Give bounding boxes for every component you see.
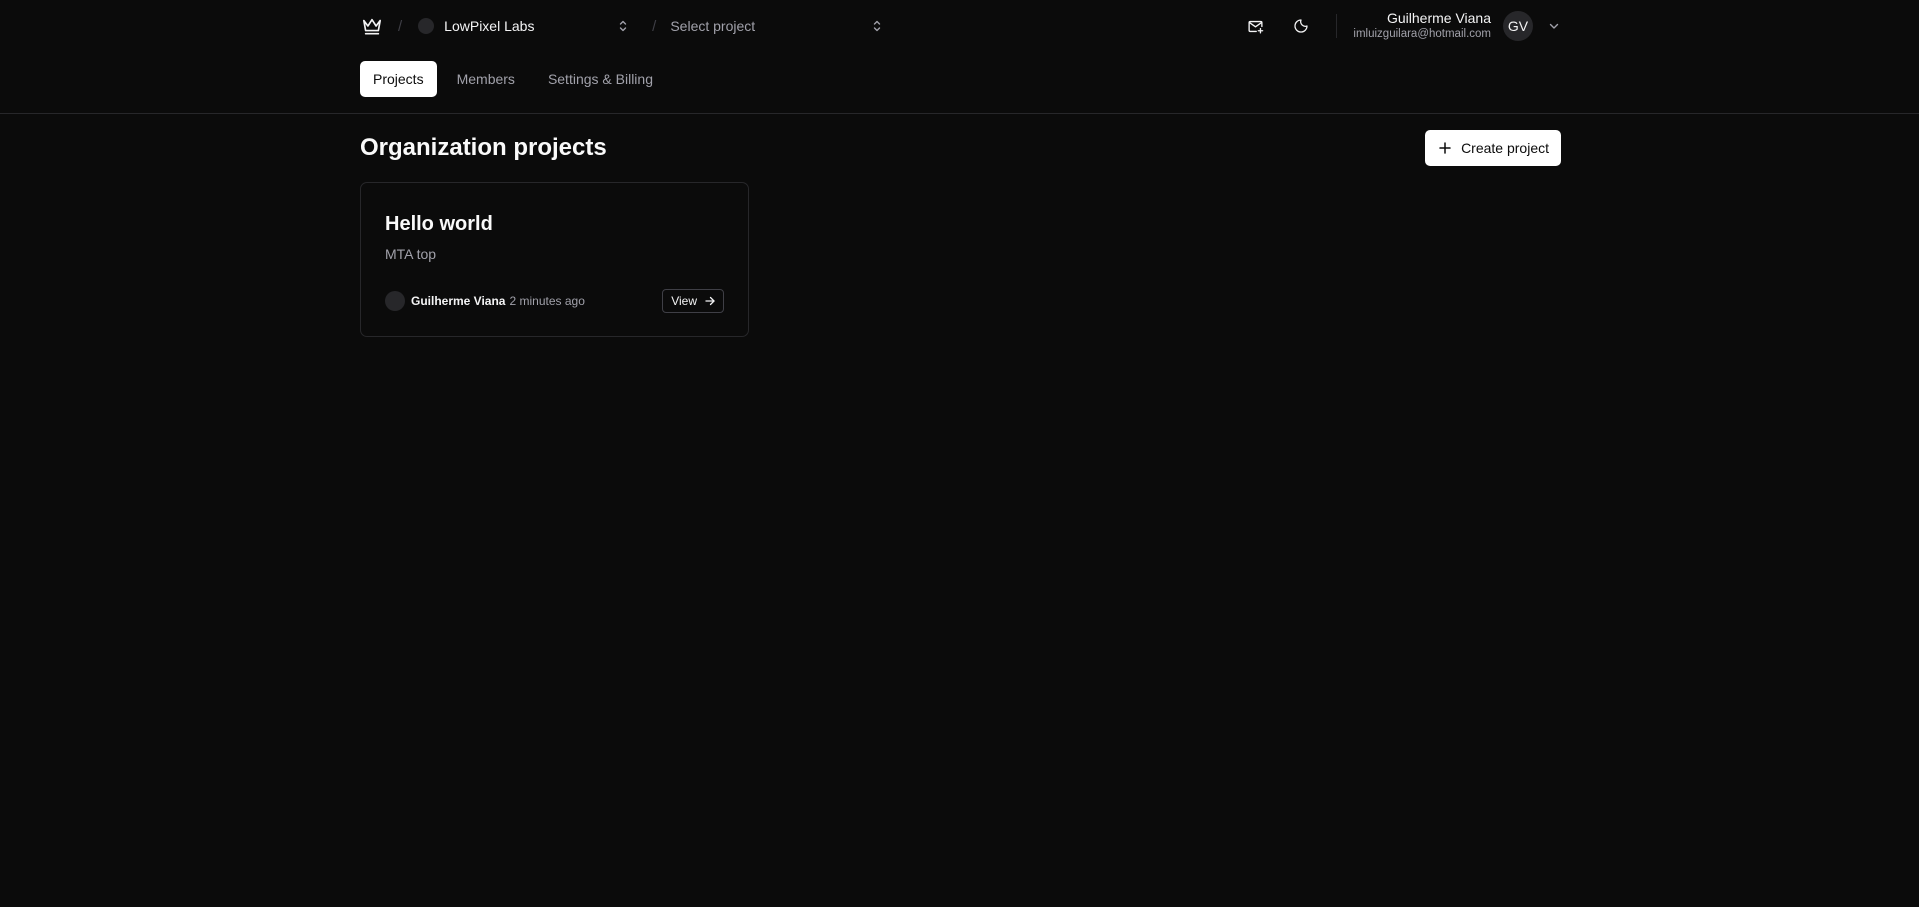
header-divider-line — [0, 113, 1919, 114]
create-project-button[interactable]: Create project — [1425, 130, 1561, 166]
tab-settings-billing[interactable]: Settings & Billing — [535, 61, 666, 97]
app-page: / LowPixel Labs / Select project Guilher… — [0, 0, 1919, 907]
organization-avatar — [418, 18, 435, 34]
view-button-label: View — [671, 294, 697, 308]
project-created-time: 2 minutes ago — [509, 294, 585, 308]
moon-icon — [1294, 19, 1309, 33]
project-owner-name: Guilherme Viana — [411, 294, 506, 308]
project-name: Hello world — [385, 213, 493, 235]
tab-projects[interactable]: Projects — [360, 61, 437, 97]
organization-name: LowPixel Labs — [444, 18, 535, 34]
chevrons-up-down-icon — [619, 20, 627, 32]
user-name: Guilherme Viana — [1386, 10, 1491, 26]
arrow-right-icon — [705, 296, 715, 306]
chevron-down-icon — [1549, 23, 1559, 29]
pending-invites-button[interactable] — [1240, 11, 1270, 41]
project-select-placeholder: Select project — [670, 18, 756, 34]
breadcrumb-separator: / — [652, 17, 657, 35]
user-info: Guilherme Viana imluizguilara@hotmail.co… — [1353, 10, 1491, 42]
avatar — [385, 291, 405, 311]
breadcrumb-separator: / — [398, 17, 403, 35]
org-nav-tabs: Projects Members Settings & Billing — [360, 61, 1561, 97]
plus-icon — [1439, 142, 1451, 154]
avatar: GV — [1503, 11, 1533, 41]
project-card-footer: Guilherme Viana 2 minutes ago View — [385, 289, 724, 313]
theme-toggle-button[interactable] — [1286, 11, 1316, 41]
header-actions: Guilherme Viana imluizguilara@hotmail.co… — [1224, 6, 1561, 46]
header-divider — [1336, 14, 1338, 38]
view-project-button[interactable]: View — [662, 289, 724, 313]
project-card[interactable]: Hello world MTA top Guilherme Viana 2 mi… — [360, 182, 749, 337]
project-description: MTA top — [385, 246, 437, 262]
create-project-label: Create project — [1461, 140, 1549, 156]
mail-plus-icon — [1248, 20, 1264, 34]
user-email: imluizguilara@hotmail.com — [1353, 28, 1491, 40]
crown-icon[interactable] — [360, 14, 384, 38]
project-switcher[interactable]: Select project — [670, 11, 892, 41]
user-profile-menu[interactable]: Guilherme Viana imluizguilara@hotmail.co… — [1353, 10, 1561, 42]
tab-members[interactable]: Members — [444, 61, 528, 97]
chevrons-up-down-icon — [874, 20, 881, 32]
top-header: / LowPixel Labs / Select project Guilher… — [360, 0, 1561, 52]
organization-switcher[interactable]: LowPixel Labs — [416, 11, 638, 41]
page-heading-row: Organization projects Create project — [360, 130, 1561, 166]
page-title: Organization projects — [360, 134, 607, 161]
